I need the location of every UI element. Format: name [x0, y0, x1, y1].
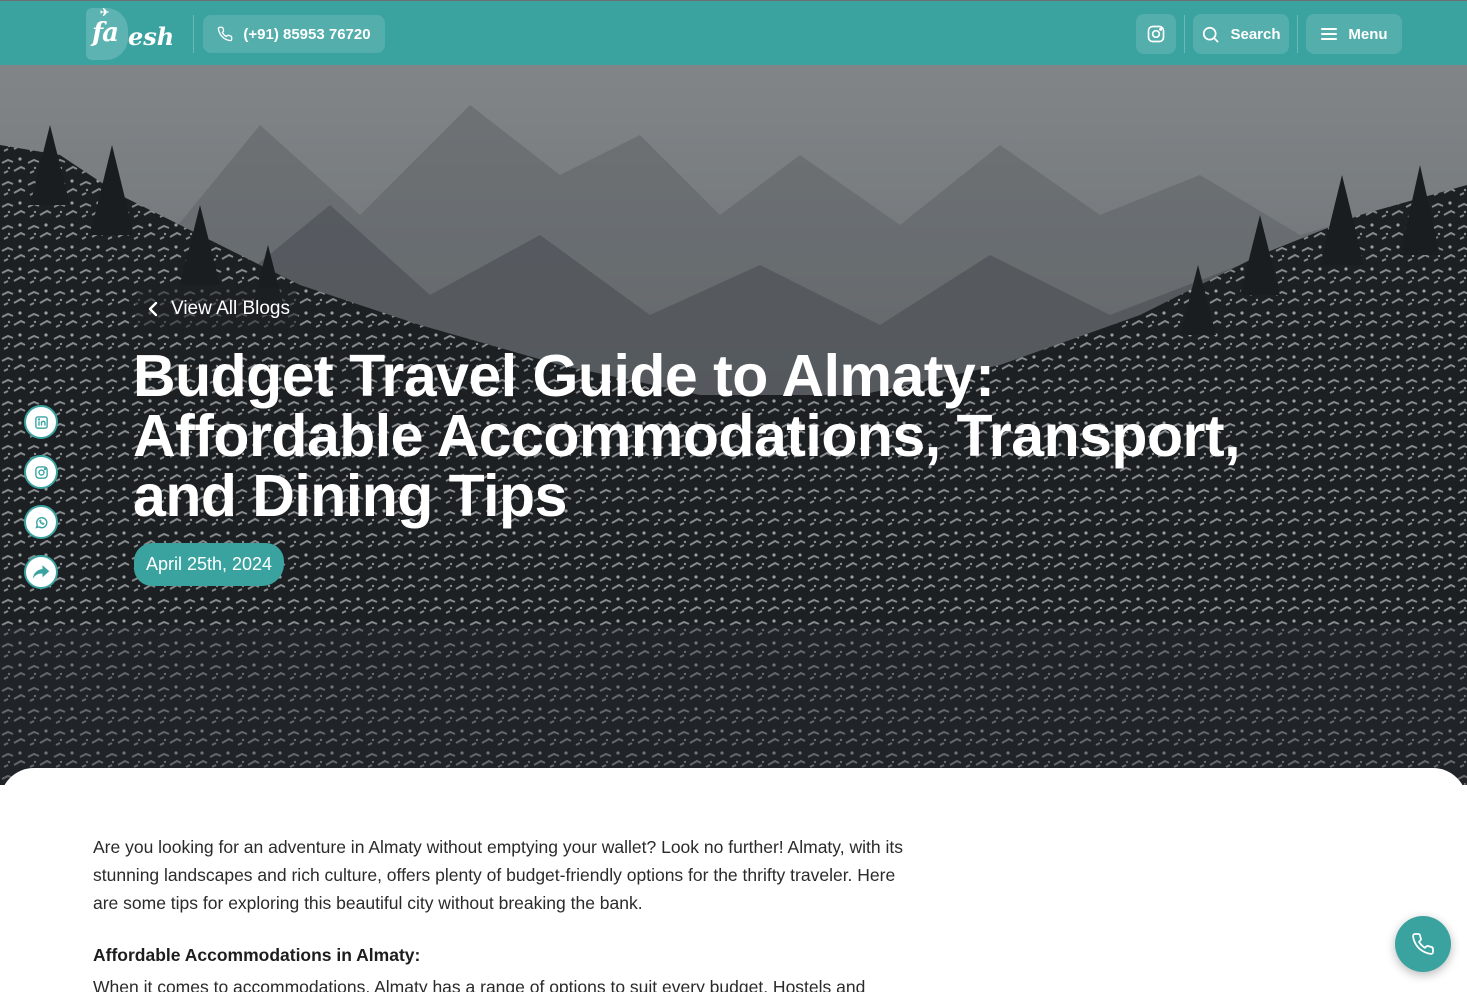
publish-date-badge: April 25th, 2024 [134, 543, 284, 586]
whatsapp-share-button[interactable] [24, 505, 58, 539]
section-heading: Affordable Accommodations in Almaty: [93, 945, 421, 965]
header-divider [1297, 15, 1298, 53]
site-logo[interactable]: ✈ fa esh [86, 6, 176, 62]
share-icon [32, 565, 50, 579]
phone-number: (+91) 85953 76720 [243, 25, 371, 43]
header-divider [193, 15, 194, 53]
linkedin-icon [34, 415, 48, 429]
hamburger-icon [1321, 28, 1338, 40]
instagram-icon [1147, 25, 1165, 43]
site-header: ✈ fa esh (+91) 85953 76720 Search Menu [0, 0, 1467, 65]
title-line: and Dining Tips [133, 463, 567, 529]
instagram-button[interactable] [1136, 14, 1176, 54]
instagram-icon [34, 465, 48, 479]
phone-icon [218, 26, 233, 42]
menu-button[interactable]: Menu [1306, 14, 1402, 54]
phone-button[interactable]: (+91) 85953 76720 [203, 15, 385, 53]
logo-mark-text: fa [92, 18, 119, 48]
header-divider [1184, 15, 1185, 53]
logo-text: esh [128, 22, 175, 51]
linkedin-share-button[interactable] [24, 405, 58, 439]
section-paragraph: When it comes to accommodations, Almaty … [93, 977, 866, 992]
search-icon [1203, 26, 1219, 42]
article-intro-paragraph: Are you looking for an adventure in Alma… [93, 837, 903, 913]
instagram-share-button[interactable] [24, 455, 58, 489]
menu-label: Menu [1348, 25, 1388, 43]
title-line: Affordable Accommodations, Transport, [133, 403, 1241, 469]
view-all-blogs-link[interactable]: View All Blogs [135, 288, 298, 330]
whatsapp-icon [34, 516, 47, 528]
phone-icon [1412, 933, 1434, 955]
page-title: Budget Travel Guide to Almaty: Affordabl… [133, 346, 1353, 526]
chevron-left-icon [148, 301, 158, 317]
share-button[interactable] [24, 555, 58, 589]
floating-call-button[interactable] [1395, 916, 1451, 972]
search-label: Search [1230, 25, 1281, 43]
view-all-blogs-label: View All Blogs [171, 298, 290, 319]
title-line: Budget Travel Guide to Almaty: [133, 343, 995, 409]
search-button[interactable]: Search [1193, 14, 1289, 54]
